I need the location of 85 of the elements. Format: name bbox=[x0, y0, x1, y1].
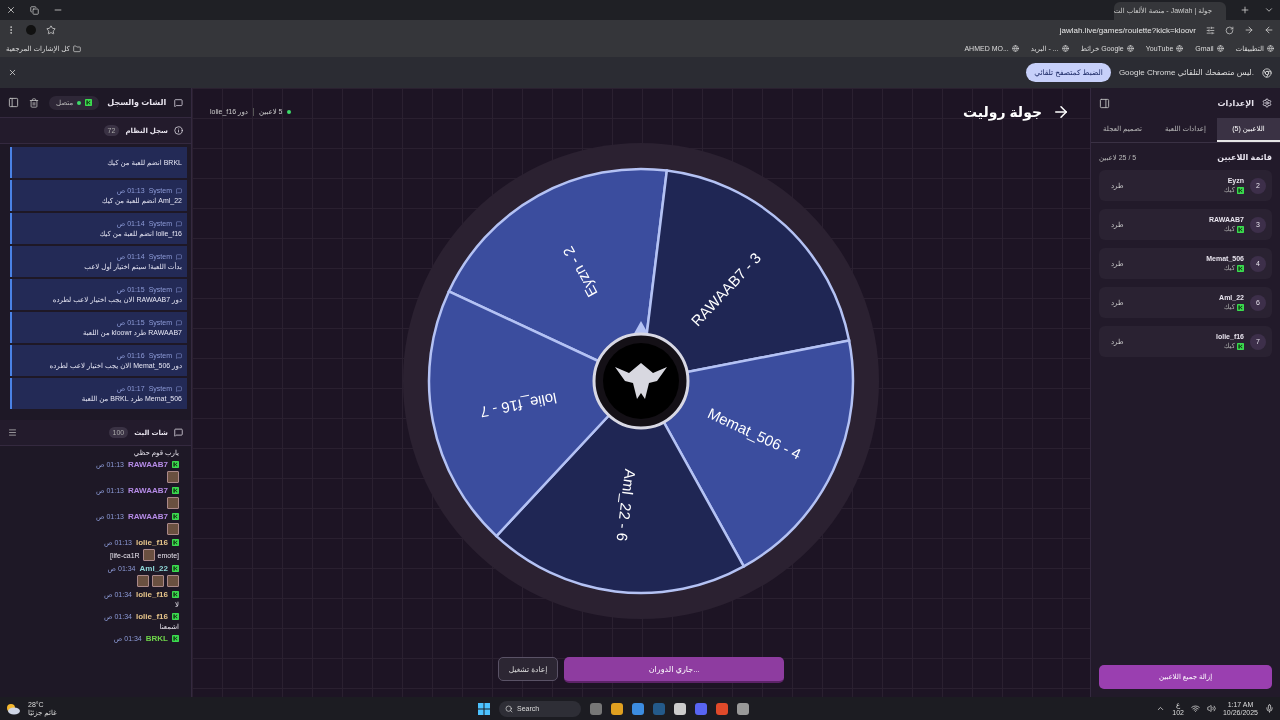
kick-logo-icon bbox=[172, 591, 179, 598]
globe-icon bbox=[1011, 45, 1019, 52]
kick-logo-icon bbox=[172, 461, 179, 468]
kick-logo-icon bbox=[1237, 264, 1244, 272]
message-icon bbox=[176, 220, 182, 227]
globe-icon bbox=[1176, 45, 1184, 52]
folder-icon bbox=[72, 44, 81, 53]
arrow-right-icon[interactable] bbox=[1052, 103, 1070, 121]
collapse-panel-icon[interactable] bbox=[8, 97, 19, 108]
tray-expand-icon[interactable] bbox=[1156, 704, 1166, 713]
start-icon[interactable] bbox=[478, 702, 490, 715]
back-icon[interactable] bbox=[1264, 25, 1274, 35]
browser-icon bbox=[1262, 67, 1272, 78]
kick-logo-icon bbox=[172, 513, 179, 520]
emote-image bbox=[167, 497, 179, 509]
page-title: جولة روليت bbox=[962, 104, 1042, 120]
list-title: قائمة اللاعبين bbox=[1217, 153, 1272, 162]
infobar-message: Google Chrome ليس متصفحك التلقائي. bbox=[1118, 68, 1254, 77]
trash-icon[interactable] bbox=[29, 97, 39, 108]
chat-username: lolie_f16 bbox=[136, 590, 168, 599]
emote-image bbox=[167, 575, 179, 587]
restore-icon[interactable] bbox=[30, 5, 39, 15]
chat-username: lolie_f16 bbox=[136, 538, 168, 547]
emote-image bbox=[152, 575, 164, 587]
panel-title: الإعدادات bbox=[1217, 98, 1254, 108]
kick-logo-icon bbox=[1237, 225, 1244, 233]
kick-logo-icon bbox=[172, 613, 179, 620]
settings-icon bbox=[1262, 98, 1272, 108]
forward-icon[interactable] bbox=[1244, 25, 1254, 35]
search-icon bbox=[505, 704, 513, 713]
chat-icon bbox=[174, 97, 183, 108]
app-icon[interactable] bbox=[674, 702, 686, 715]
globe-icon bbox=[1061, 45, 1069, 52]
url-text[interactable]: jawlah.live/games/roulette?kick=kloovr bbox=[1059, 25, 1196, 35]
kick-logo-icon bbox=[85, 99, 93, 106]
emote-image bbox=[142, 549, 155, 561]
kick-logo-icon bbox=[1237, 186, 1244, 194]
weather-icon bbox=[6, 702, 20, 715]
chat-username: Aml_22 bbox=[139, 564, 168, 573]
spin-button[interactable]: جاري الدوران... bbox=[564, 657, 785, 683]
chat-username: BRKL bbox=[145, 634, 168, 643]
message-icon bbox=[176, 253, 182, 260]
panel-title: الشات والسجل bbox=[107, 98, 167, 107]
emote-image bbox=[167, 523, 179, 535]
chat-username: RAWAAB7 bbox=[128, 460, 168, 469]
app-icon[interactable] bbox=[737, 702, 749, 715]
kick-logo-icon bbox=[1237, 303, 1244, 311]
chat-username: RAWAAB7 bbox=[128, 512, 168, 521]
globe-icon bbox=[1126, 45, 1134, 52]
logo-icon bbox=[592, 332, 690, 430]
message-icon bbox=[176, 286, 182, 293]
chat-icon bbox=[174, 428, 183, 437]
chat-username: RAWAAB7 bbox=[128, 486, 168, 495]
collapse-panel-icon[interactable] bbox=[1099, 97, 1110, 109]
info-icon bbox=[174, 126, 183, 135]
wifi-icon[interactable] bbox=[1190, 704, 1200, 713]
kick-logo-icon bbox=[172, 635, 179, 642]
tab-list-icon[interactable] bbox=[1264, 5, 1274, 15]
player-label: lolie_f16 - 7 bbox=[478, 389, 559, 422]
emote-image bbox=[167, 471, 179, 483]
kick-logo-icon bbox=[172, 539, 179, 546]
reload-icon[interactable] bbox=[1225, 25, 1234, 35]
kick-logo-icon bbox=[172, 565, 179, 572]
message-icon bbox=[176, 187, 182, 194]
globe-icon bbox=[1267, 45, 1274, 52]
mic-icon[interactable] bbox=[1265, 704, 1274, 713]
player-label: Aml_22 - 6 bbox=[613, 468, 640, 543]
kick-logo-icon bbox=[1237, 342, 1244, 350]
bookmark-star-icon[interactable] bbox=[46, 25, 56, 35]
close-icon[interactable] bbox=[8, 68, 17, 77]
list-icon[interactable] bbox=[8, 428, 17, 437]
emote-image bbox=[137, 575, 149, 587]
globe-icon bbox=[1216, 45, 1224, 52]
online-dot bbox=[77, 100, 82, 105]
online-dot bbox=[287, 110, 292, 114]
site-settings-icon[interactable] bbox=[1206, 25, 1215, 35]
kick-logo-icon bbox=[172, 487, 179, 494]
new-tab-icon[interactable] bbox=[1240, 5, 1250, 15]
chat-username: lolie_f16 bbox=[136, 612, 168, 621]
player-label: Eyzn - 2 bbox=[559, 243, 601, 301]
volume-icon[interactable] bbox=[1206, 704, 1216, 713]
message-icon bbox=[176, 352, 182, 359]
message-icon bbox=[176, 319, 182, 326]
message-icon bbox=[176, 385, 182, 392]
close-icon[interactable] bbox=[6, 5, 16, 15]
